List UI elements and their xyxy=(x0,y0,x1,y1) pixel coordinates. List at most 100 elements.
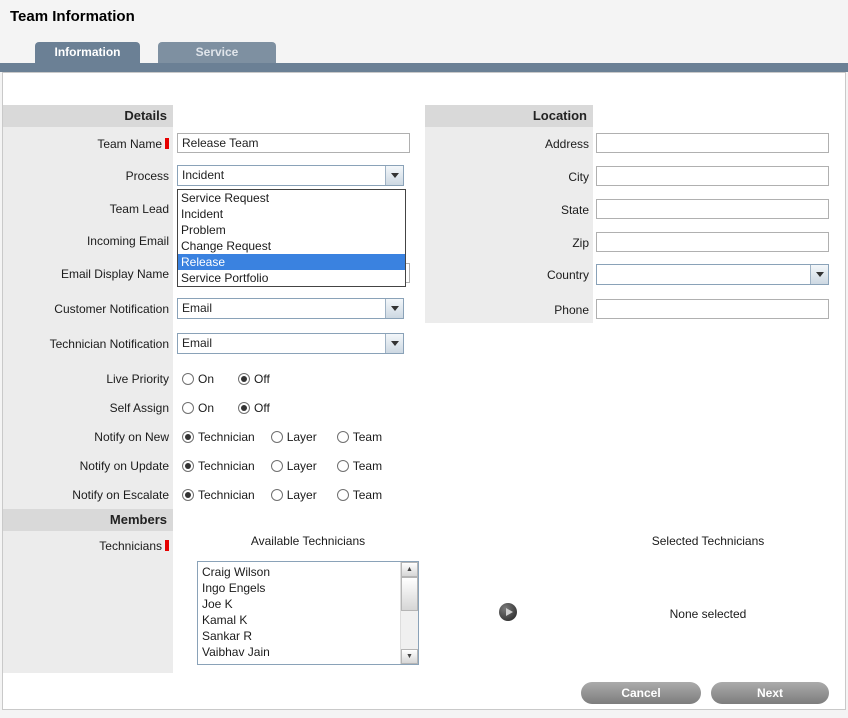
self-assign-options: On Off xyxy=(182,398,270,418)
address-input[interactable] xyxy=(596,133,829,153)
process-select[interactable]: Incident xyxy=(177,165,404,186)
radio-icon xyxy=(337,489,349,501)
details-label-column xyxy=(3,105,173,673)
available-technicians-list[interactable]: Craig Wilson Ingo Engels Joe K Kamal K S… xyxy=(197,561,419,665)
technician-notification-label: Technician Notification xyxy=(3,334,169,354)
customer-notification-label: Customer Notification xyxy=(3,299,169,319)
customer-notification-select[interactable]: Email xyxy=(177,298,404,319)
zip-input[interactable] xyxy=(596,232,829,252)
radio-selected-icon xyxy=(238,402,250,414)
scroll-down-icon[interactable]: ▼ xyxy=(401,649,418,664)
required-marker xyxy=(165,540,169,551)
technician-list-item[interactable]: Craig Wilson xyxy=(198,564,401,580)
technician-notification-value: Email xyxy=(182,334,212,353)
chevron-down-icon[interactable] xyxy=(810,265,828,284)
next-button[interactable]: Next xyxy=(711,682,829,704)
radio-selected-icon xyxy=(238,373,250,385)
radio-icon xyxy=(337,460,349,472)
radio-selected-icon xyxy=(182,431,194,443)
chevron-down-icon[interactable] xyxy=(385,299,403,318)
chevron-down-icon[interactable] xyxy=(385,334,403,353)
tab-service[interactable]: Service xyxy=(158,42,276,63)
team-name-input[interactable] xyxy=(177,133,410,153)
radio-icon xyxy=(271,460,283,472)
form-content: Details Location Members Team Name Proce… xyxy=(2,72,846,710)
technician-notification-select[interactable]: Email xyxy=(177,333,404,354)
self-assign-on[interactable]: On xyxy=(182,401,214,415)
notify-on-escalate-label: Notify on Escalate xyxy=(3,485,169,505)
notify-new-technician[interactable]: Technician xyxy=(182,430,255,444)
notify-update-team[interactable]: Team xyxy=(337,459,382,473)
selected-technicians-placeholder: None selected xyxy=(598,607,818,621)
selected-technicians-header: Selected Technicians xyxy=(598,534,818,548)
process-option[interactable]: Problem xyxy=(178,222,405,238)
self-assign-off[interactable]: Off xyxy=(238,401,270,415)
members-section-header: Members xyxy=(3,509,173,531)
technician-list-item[interactable]: Joe K xyxy=(198,596,401,612)
self-assign-label: Self Assign xyxy=(3,398,169,418)
process-label: Process xyxy=(3,166,169,186)
technician-list-item[interactable]: Kamal K xyxy=(198,612,401,628)
tab-information[interactable]: Information xyxy=(35,42,140,63)
radio-icon xyxy=(182,402,194,414)
zip-label: Zip xyxy=(429,233,593,253)
technician-list-item[interactable]: Vaibhav Jain xyxy=(198,644,401,660)
notify-on-new-options: Technician Layer Team xyxy=(182,427,382,447)
email-display-name-label: Email Display Name xyxy=(3,264,169,284)
notify-escalate-layer[interactable]: Layer xyxy=(271,488,317,502)
team-name-label: Team Name xyxy=(3,134,169,154)
state-input[interactable] xyxy=(596,199,829,219)
radio-selected-icon xyxy=(182,460,194,472)
notify-new-layer[interactable]: Layer xyxy=(271,430,317,444)
radio-icon xyxy=(337,431,349,443)
live-priority-on[interactable]: On xyxy=(182,372,214,386)
incoming-email-label: Incoming Email xyxy=(3,231,169,251)
process-option[interactable]: Change Request xyxy=(178,238,405,254)
process-dropdown-list: Service Request Incident Problem Change … xyxy=(177,189,406,287)
required-marker xyxy=(165,138,169,149)
notify-escalate-team[interactable]: Team xyxy=(337,488,382,502)
process-option[interactable]: Incident xyxy=(178,206,405,222)
notify-escalate-technician[interactable]: Technician xyxy=(182,488,255,502)
notify-on-update-label: Notify on Update xyxy=(3,456,169,476)
team-lead-label: Team Lead xyxy=(3,199,169,219)
process-option-highlighted[interactable]: Release xyxy=(178,254,405,270)
list-scrollbar[interactable]: ▲ ▼ xyxy=(400,562,418,664)
radio-selected-icon xyxy=(182,489,194,501)
team-information-page: Team Information Information Service Det… xyxy=(0,0,848,718)
location-section-header: Location xyxy=(425,105,593,127)
notify-on-update-options: Technician Layer Team xyxy=(182,456,382,476)
tab-strip xyxy=(0,63,848,72)
details-section-header: Details xyxy=(3,105,173,127)
notify-update-layer[interactable]: Layer xyxy=(271,459,317,473)
process-option[interactable]: Service Portfolio xyxy=(178,270,405,286)
radio-icon xyxy=(182,373,194,385)
scrollbar-thumb[interactable] xyxy=(401,577,418,611)
notify-new-team[interactable]: Team xyxy=(337,430,382,444)
live-priority-off[interactable]: Off xyxy=(238,372,270,386)
page-title: Team Information xyxy=(10,8,135,25)
move-right-button[interactable] xyxy=(499,603,517,621)
chevron-down-icon[interactable] xyxy=(385,166,403,185)
country-label: Country xyxy=(429,265,593,285)
country-select[interactable] xyxy=(596,264,829,285)
scroll-up-icon[interactable]: ▲ xyxy=(401,562,418,577)
notify-update-technician[interactable]: Technician xyxy=(182,459,255,473)
address-label: Address xyxy=(429,134,593,154)
live-priority-label: Live Priority xyxy=(3,369,169,389)
process-select-value: Incident xyxy=(182,166,224,185)
technician-list-item[interactable]: Sankar R xyxy=(198,628,401,644)
state-label: State xyxy=(429,200,593,220)
live-priority-options: On Off xyxy=(182,369,270,389)
notify-on-new-label: Notify on New xyxy=(3,427,169,447)
arrow-right-icon xyxy=(506,608,513,616)
process-option[interactable]: Service Request xyxy=(178,190,405,206)
cancel-button[interactable]: Cancel xyxy=(581,682,701,704)
technician-list-item[interactable]: Ingo Engels xyxy=(198,580,401,596)
available-technicians-header: Available Technicians xyxy=(197,534,419,548)
radio-icon xyxy=(271,489,283,501)
city-label: City xyxy=(429,167,593,187)
city-input[interactable] xyxy=(596,166,829,186)
customer-notification-value: Email xyxy=(182,299,212,318)
phone-input[interactable] xyxy=(596,299,829,319)
